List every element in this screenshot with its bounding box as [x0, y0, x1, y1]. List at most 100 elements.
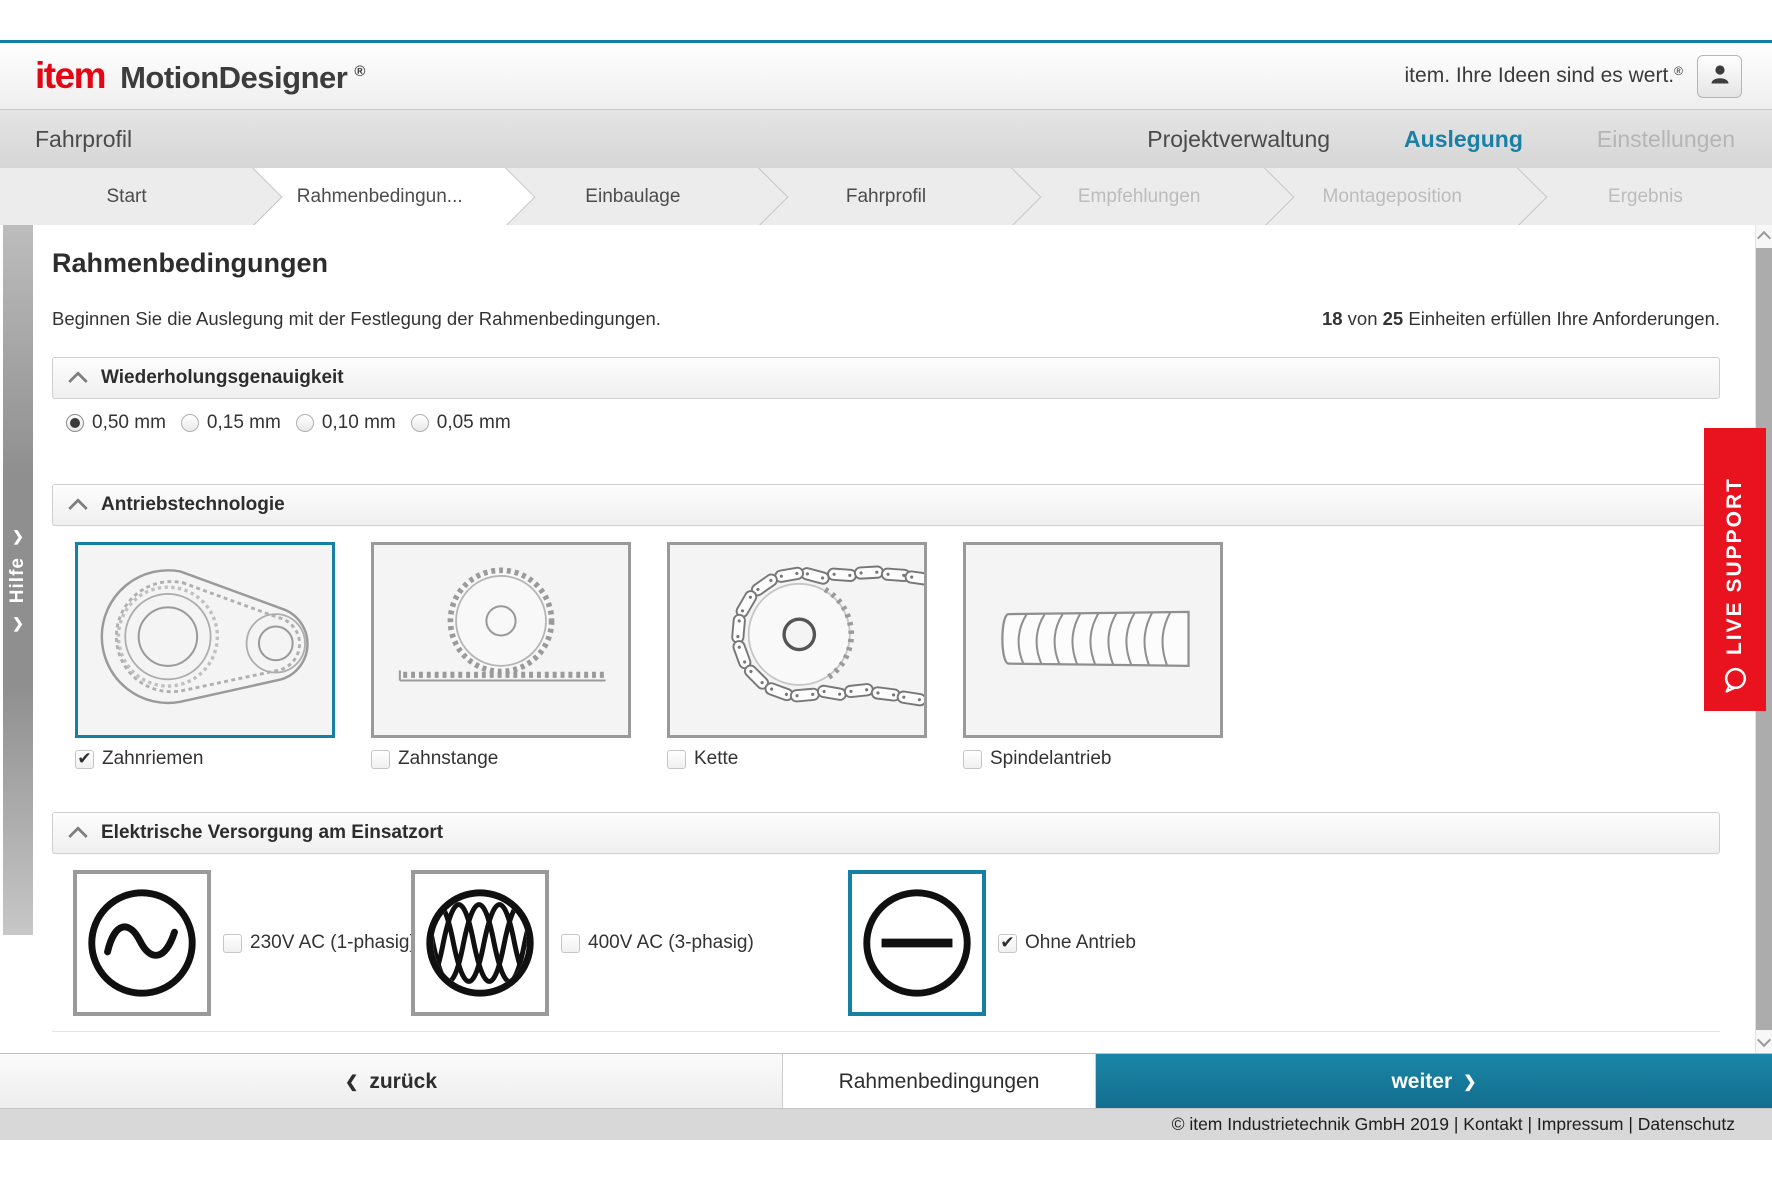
step-montageposition[interactable]: Montageposition	[1266, 168, 1519, 225]
card-kette[interactable]: ✔ Kette	[667, 542, 927, 770]
tagline-registered-mark: ®	[1674, 64, 1683, 78]
wizard-action-bar: ❮ zurück Rahmenbedingungen weiter ❯	[0, 1053, 1772, 1109]
checkbox-label: Spindelantrieb	[990, 748, 1111, 770]
header-right: item. Ihre Ideen sind es wert.®	[1405, 55, 1742, 98]
chevron-right-icon: ❯	[12, 615, 24, 632]
chain-drive-icon[interactable]	[667, 542, 927, 738]
nav-items: Projektverwaltung Auslegung Einstellunge…	[1147, 126, 1735, 153]
section-title: Elektrische Versorgung am Einsatzort	[101, 822, 443, 844]
match-of: von	[1343, 308, 1383, 329]
radio-icon	[66, 414, 84, 432]
checkbox-label: Zahnriemen	[102, 748, 203, 770]
rack-pinion-icon[interactable]	[371, 542, 631, 738]
spindelantrieb-checkbox-row[interactable]: ✔ Spindelantrieb	[963, 748, 1223, 770]
belt-drive-icon[interactable]	[75, 542, 335, 738]
speech-bubble-icon	[1722, 666, 1749, 698]
230v-checkbox-row[interactable]: ✔ 230V AC (1-phasig)	[223, 932, 416, 954]
radio-icon	[296, 414, 314, 432]
collapse-chevron-up-icon	[68, 498, 88, 518]
step-empfehlungen[interactable]: Empfehlungen	[1013, 168, 1266, 225]
item-logo: item	[35, 55, 105, 97]
page-title: Rahmenbedingungen	[52, 248, 1720, 278]
user-account-button[interactable]	[1697, 55, 1742, 98]
checkbox: ✔	[963, 750, 982, 769]
nav-context-label: Fahrprofil	[35, 126, 132, 153]
checkbox: ✔	[998, 934, 1017, 953]
checkbox: ✔	[561, 934, 580, 953]
scroll-up-arrow-icon[interactable]	[1757, 231, 1771, 245]
current-step-text: Rahmenbedingungen	[839, 1070, 1040, 1094]
live-support-tab[interactable]: LIVE SUPPORT	[1704, 428, 1766, 711]
ac-1phase-icon[interactable]	[73, 870, 211, 1016]
check-icon: ✔	[1000, 934, 1014, 951]
radio-label: 0,05 mm	[437, 412, 511, 434]
step-label: Rahmenbedingun...	[297, 186, 463, 208]
back-button-label: zurück	[369, 1070, 437, 1094]
content-area: Rahmenbedingungen Beginnen Sie die Ausle…	[0, 225, 1772, 1053]
power-option-230v: ✔ 230V AC (1-phasig)	[73, 870, 416, 1016]
radio-accuracy-050[interactable]: 0,50 mm	[66, 412, 166, 434]
step-rahmenbedingungen[interactable]: Rahmenbedingun...	[253, 168, 506, 225]
step-start[interactable]: Start	[0, 168, 253, 225]
no-drive-icon[interactable]	[848, 870, 986, 1016]
checkbox-label: Kette	[694, 748, 738, 770]
step-label: Start	[107, 186, 147, 208]
radio-accuracy-005[interactable]: 0,05 mm	[411, 412, 511, 434]
chevron-right-icon: ❯	[12, 528, 24, 545]
main-nav: Fahrprofil Projektverwaltung Auslegung E…	[0, 110, 1772, 168]
app-name: MotionDesigner	[120, 60, 347, 96]
spindle-drive-icon[interactable]	[963, 542, 1223, 738]
section-title: Wiederholungsgenauigkeit	[101, 367, 344, 389]
radio-accuracy-010[interactable]: 0,10 mm	[296, 412, 396, 434]
checkbox-label: 400V AC (3-phasig)	[588, 932, 754, 954]
footer-copyright-links[interactable]: © item Industrietechnik GmbH 2019 | Kont…	[1172, 1114, 1735, 1135]
next-button[interactable]: weiter ❯	[1096, 1054, 1772, 1109]
back-button[interactable]: ❮ zurück	[0, 1054, 783, 1109]
ohne-antrieb-checkbox-row[interactable]: ✔ Ohne Antrieb	[998, 932, 1136, 954]
power-option-400v: ✔ 400V AC (3-phasig)	[411, 870, 754, 1016]
400v-checkbox-row[interactable]: ✔ 400V AC (3-phasig)	[561, 932, 754, 954]
radio-accuracy-015[interactable]: 0,15 mm	[181, 412, 281, 434]
nav-item-projektverwaltung[interactable]: Projektverwaltung	[1147, 126, 1330, 153]
app-header: item MotionDesigner ® item. Ihre Ideen s…	[0, 43, 1772, 110]
checkbox: ✔	[371, 750, 390, 769]
kette-checkbox-row[interactable]: ✔ Kette	[667, 748, 927, 770]
nav-item-einstellungen[interactable]: Einstellungen	[1597, 126, 1735, 153]
help-panel-tab[interactable]: ❯ Hilfe ❯	[3, 225, 33, 935]
step-label: Montageposition	[1323, 186, 1462, 208]
card-zahnriemen[interactable]: ✔ Zahnriemen	[75, 542, 335, 770]
radio-icon	[411, 414, 429, 432]
checkbox-label: Ohne Antrieb	[1025, 932, 1136, 954]
section-header-wiederholungsgenauigkeit[interactable]: Wiederholungsgenauigkeit	[52, 357, 1720, 399]
section-header-elektrische-versorgung[interactable]: Elektrische Versorgung am Einsatzort	[52, 812, 1720, 854]
app-logo: item MotionDesigner ®	[35, 55, 365, 97]
radio-label: 0,50 mm	[92, 412, 166, 434]
scroll-down-arrow-icon[interactable]	[1757, 1033, 1771, 1047]
section-header-antriebstechnologie[interactable]: Antriebstechnologie	[52, 484, 1720, 526]
step-fahrprofil[interactable]: Fahrprofil	[759, 168, 1012, 225]
zahnriemen-checkbox-row[interactable]: ✔ Zahnriemen	[75, 748, 335, 770]
step-einbaulage[interactable]: Einbaulage	[506, 168, 759, 225]
checkbox: ✔	[75, 750, 94, 769]
zahnstange-checkbox-row[interactable]: ✔ Zahnstange	[371, 748, 631, 770]
step-ergebnis[interactable]: Ergebnis	[1519, 168, 1772, 225]
nav-item-auslegung[interactable]: Auslegung	[1404, 126, 1523, 153]
step-label: Fahrprofil	[846, 186, 926, 208]
match-count: 18	[1322, 308, 1343, 329]
match-total: 25	[1383, 308, 1404, 329]
power-options: ✔ 230V AC (1-phasig)	[52, 870, 1720, 1017]
section-title: Antriebstechnologie	[101, 494, 285, 516]
tagline-text: item. Ihre Ideen sind es wert.	[1405, 64, 1675, 87]
card-zahnstange[interactable]: ✔ Zahnstange	[371, 542, 631, 770]
intro-row: Beginnen Sie die Auslegung mit der Festl…	[52, 308, 1720, 330]
help-tab-label: Hilfe	[7, 557, 29, 603]
check-icon: ✔	[77, 750, 91, 767]
checkbox-label: 230V AC (1-phasig)	[250, 932, 416, 954]
checkbox-label: Zahnstange	[398, 748, 498, 770]
wizard-steps: Start Rahmenbedingun... Einbaulage Fahrp…	[0, 168, 1772, 225]
chevron-left-icon: ❮	[345, 1072, 358, 1092]
ac-3phase-icon[interactable]	[411, 870, 549, 1016]
next-button-label: weiter	[1391, 1070, 1452, 1094]
card-spindelantrieb[interactable]: ✔ Spindelantrieb	[963, 542, 1223, 770]
intro-text: Beginnen Sie die Auslegung mit der Festl…	[52, 308, 661, 330]
